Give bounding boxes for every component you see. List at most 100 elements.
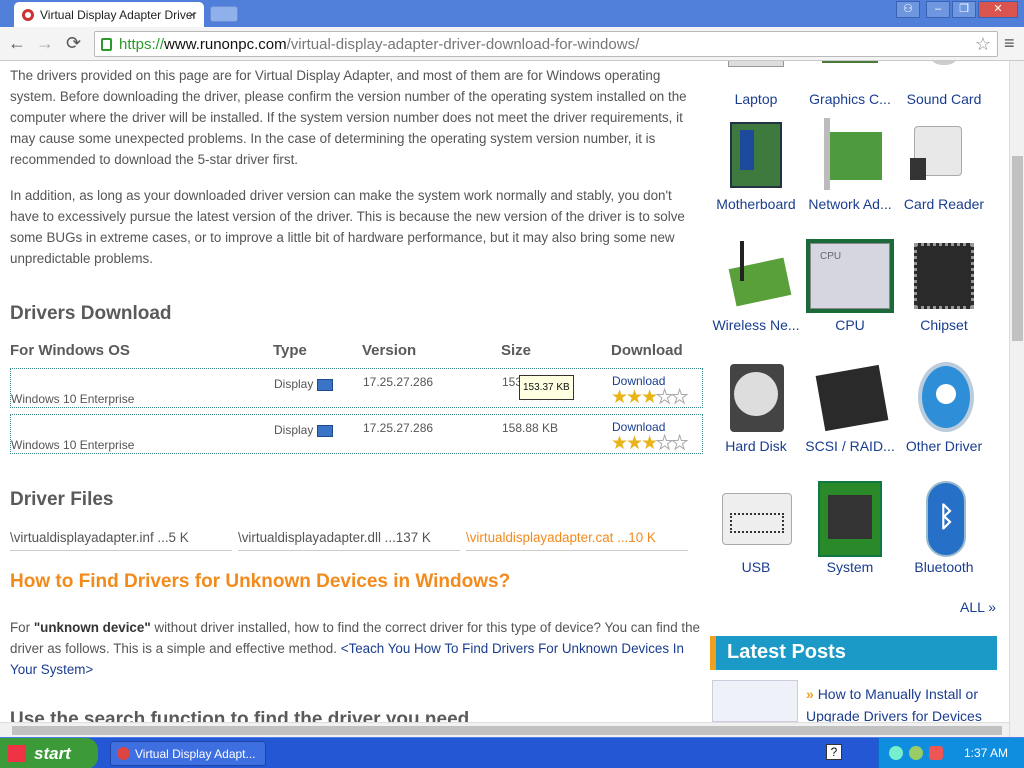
driver-type: Display bbox=[274, 374, 334, 395]
howto-heading: How to Find Drivers for Unknown Devices … bbox=[10, 571, 511, 592]
device-cpu[interactable]: CPU CPU bbox=[802, 239, 898, 333]
wireless-network-icon bbox=[718, 239, 794, 313]
browser-menu-icon[interactable]: ≡ bbox=[1004, 33, 1015, 54]
driver-file-dll[interactable]: \virtualdisplayadapter.dll ...137 K bbox=[238, 527, 460, 551]
help-icon[interactable]: ? bbox=[826, 744, 842, 760]
device-bluetooth[interactable]: ᛒ Bluetooth bbox=[896, 481, 992, 575]
driver-file-cat[interactable]: \virtualdisplayadapter.cat ...10 K bbox=[466, 527, 688, 551]
latest-post-item[interactable]: » How to Manually Install or Upgrade Dri… bbox=[806, 683, 996, 722]
bluetooth-icon: ᛒ bbox=[906, 481, 982, 557]
device-laptop[interactable]: Laptop bbox=[708, 61, 804, 107]
hard-disk-icon bbox=[718, 360, 794, 434]
sound-card-icon bbox=[906, 61, 982, 87]
close-window-button[interactable]: ✕ bbox=[978, 1, 1018, 18]
device-scsi-raid[interactable]: SCSI / RAID... bbox=[802, 360, 898, 454]
page-viewport: The drivers provided on this page are fo… bbox=[0, 61, 1009, 722]
address-bar[interactable]: https://www.runonpc.com/virtual-display-… bbox=[94, 31, 998, 57]
restore-button[interactable]: ❐ bbox=[952, 1, 976, 18]
cpu-icon: CPU bbox=[806, 239, 894, 313]
device-card-reader[interactable]: Card Reader bbox=[896, 118, 992, 212]
minimize-button[interactable]: – bbox=[926, 1, 950, 18]
col-header-os: For Windows OS bbox=[10, 342, 130, 359]
laptop-icon bbox=[718, 61, 794, 87]
scrollbar-thumb[interactable] bbox=[1012, 156, 1023, 341]
search-function-heading: Use the search function to find the driv… bbox=[10, 709, 470, 722]
chipset-icon bbox=[906, 239, 982, 313]
driver-version: 17.25.27.286 bbox=[363, 421, 434, 435]
col-header-download: Download bbox=[611, 342, 683, 359]
drivers-download-heading: Drivers Download bbox=[10, 303, 172, 324]
driver-files-heading: Driver Files bbox=[10, 489, 114, 510]
intro-paragraph-2: In addition, as long as your downloaded … bbox=[10, 188, 685, 266]
start-button[interactable]: start bbox=[0, 738, 98, 768]
col-header-version: Version bbox=[362, 342, 417, 359]
tray-icon[interactable] bbox=[909, 746, 923, 760]
device-sound-card[interactable]: Sound Card bbox=[896, 61, 992, 107]
usb-hub-icon bbox=[718, 481, 794, 555]
monitor-icon bbox=[317, 424, 334, 437]
howto-paragraph: For "unknown device" without driver inst… bbox=[10, 620, 701, 677]
device-graphics-card[interactable]: Graphics C... bbox=[802, 61, 898, 107]
clock: 1:37 AM bbox=[963, 746, 1008, 760]
gear-icon bbox=[906, 360, 982, 434]
vertical-scrollbar[interactable] bbox=[1009, 61, 1024, 737]
url-path: /virtual-display-adapter-driver-download… bbox=[286, 36, 640, 53]
tab-title: Virtual Display Adapter Driver bbox=[40, 8, 197, 22]
network-adapter-icon bbox=[812, 118, 888, 192]
driver-os: Windows 10 Enterprise bbox=[11, 438, 135, 452]
device-network-adapter[interactable]: Network Ad... bbox=[802, 118, 898, 212]
intro-paragraph-1: The drivers provided on this page are fo… bbox=[10, 68, 687, 167]
all-devices-link[interactable]: ALL » bbox=[960, 599, 996, 615]
back-icon[interactable]: ← bbox=[8, 33, 26, 54]
graphics-card-icon bbox=[812, 61, 888, 87]
security-shield-icon[interactable] bbox=[929, 746, 943, 760]
driver-file-inf[interactable]: \virtualdisplayadapter.inf ...5 K bbox=[10, 527, 232, 551]
chrome-icon bbox=[117, 747, 130, 760]
monitor-icon bbox=[317, 378, 334, 391]
user-icon[interactable]: ⚇ bbox=[896, 1, 920, 18]
rating-stars: ★★★★★ bbox=[611, 387, 689, 408]
scrollbar-thumb[interactable] bbox=[12, 726, 1002, 735]
browser-tab-strip: Virtual Display Adapter Driver × ⚇ – ❐ ✕ bbox=[0, 0, 1024, 27]
driver-version: 17.25.27.286 bbox=[363, 375, 434, 389]
tab-close-icon[interactable]: × bbox=[188, 7, 196, 22]
device-system[interactable]: System bbox=[802, 481, 898, 575]
bookmark-star-icon[interactable]: ☆ bbox=[975, 34, 991, 55]
driver-os: Windows 10 Enterprise bbox=[11, 392, 135, 406]
taskbar: start Virtual Display Adapt... ? 1:37 AM bbox=[0, 737, 1024, 768]
device-motherboard[interactable]: Motherboard bbox=[708, 118, 804, 212]
taskbar-browser-item[interactable]: Virtual Display Adapt... bbox=[110, 741, 266, 766]
driver-row[interactable]: Windows 10 Enterprise Display 17.25.27.2… bbox=[10, 414, 703, 454]
new-tab-button[interactable] bbox=[210, 6, 238, 22]
motherboard-icon bbox=[718, 118, 794, 192]
latest-posts-heading: Latest Posts bbox=[710, 636, 997, 670]
device-usb[interactable]: USB bbox=[708, 481, 804, 575]
rating-stars: ★★★★★ bbox=[611, 433, 689, 454]
horizontal-scrollbar[interactable] bbox=[0, 722, 1009, 737]
reload-icon[interactable]: ⟳ bbox=[66, 33, 81, 54]
network-tray-icon[interactable] bbox=[889, 746, 903, 760]
device-hard-disk[interactable]: Hard Disk bbox=[708, 360, 804, 454]
url-host: www.runonpc.com bbox=[164, 36, 287, 53]
post-arrow-icon: » bbox=[806, 686, 814, 702]
size-tooltip: 153.37 KB bbox=[519, 375, 574, 400]
system-chip-icon bbox=[812, 481, 888, 557]
url-scheme: https:// bbox=[119, 36, 165, 53]
card-reader-icon bbox=[906, 118, 982, 192]
windows-flag-icon bbox=[8, 745, 26, 762]
lock-icon bbox=[101, 38, 112, 51]
forward-icon[interactable]: → bbox=[36, 33, 54, 54]
browser-tab[interactable]: Virtual Display Adapter Driver × bbox=[14, 2, 204, 27]
scsi-raid-icon bbox=[812, 360, 889, 434]
site-favicon-icon bbox=[22, 9, 34, 21]
driver-size: 158.88 KB bbox=[502, 421, 559, 435]
col-header-type: Type bbox=[273, 342, 307, 359]
driver-type: Display bbox=[274, 420, 334, 441]
driver-row[interactable]: Windows 10 Enterprise Display 17.25.27.2… bbox=[10, 368, 703, 408]
post-thumbnail[interactable] bbox=[712, 680, 798, 722]
device-chipset[interactable]: Chipset bbox=[896, 239, 992, 333]
browser-toolbar: ← → ⟳ https://www.runonpc.com/virtual-di… bbox=[0, 27, 1024, 61]
device-other-driver[interactable]: Other Driver bbox=[896, 360, 992, 454]
system-tray: 1:37 AM bbox=[878, 738, 1024, 768]
device-wireless-network[interactable]: Wireless Ne... bbox=[708, 239, 804, 333]
